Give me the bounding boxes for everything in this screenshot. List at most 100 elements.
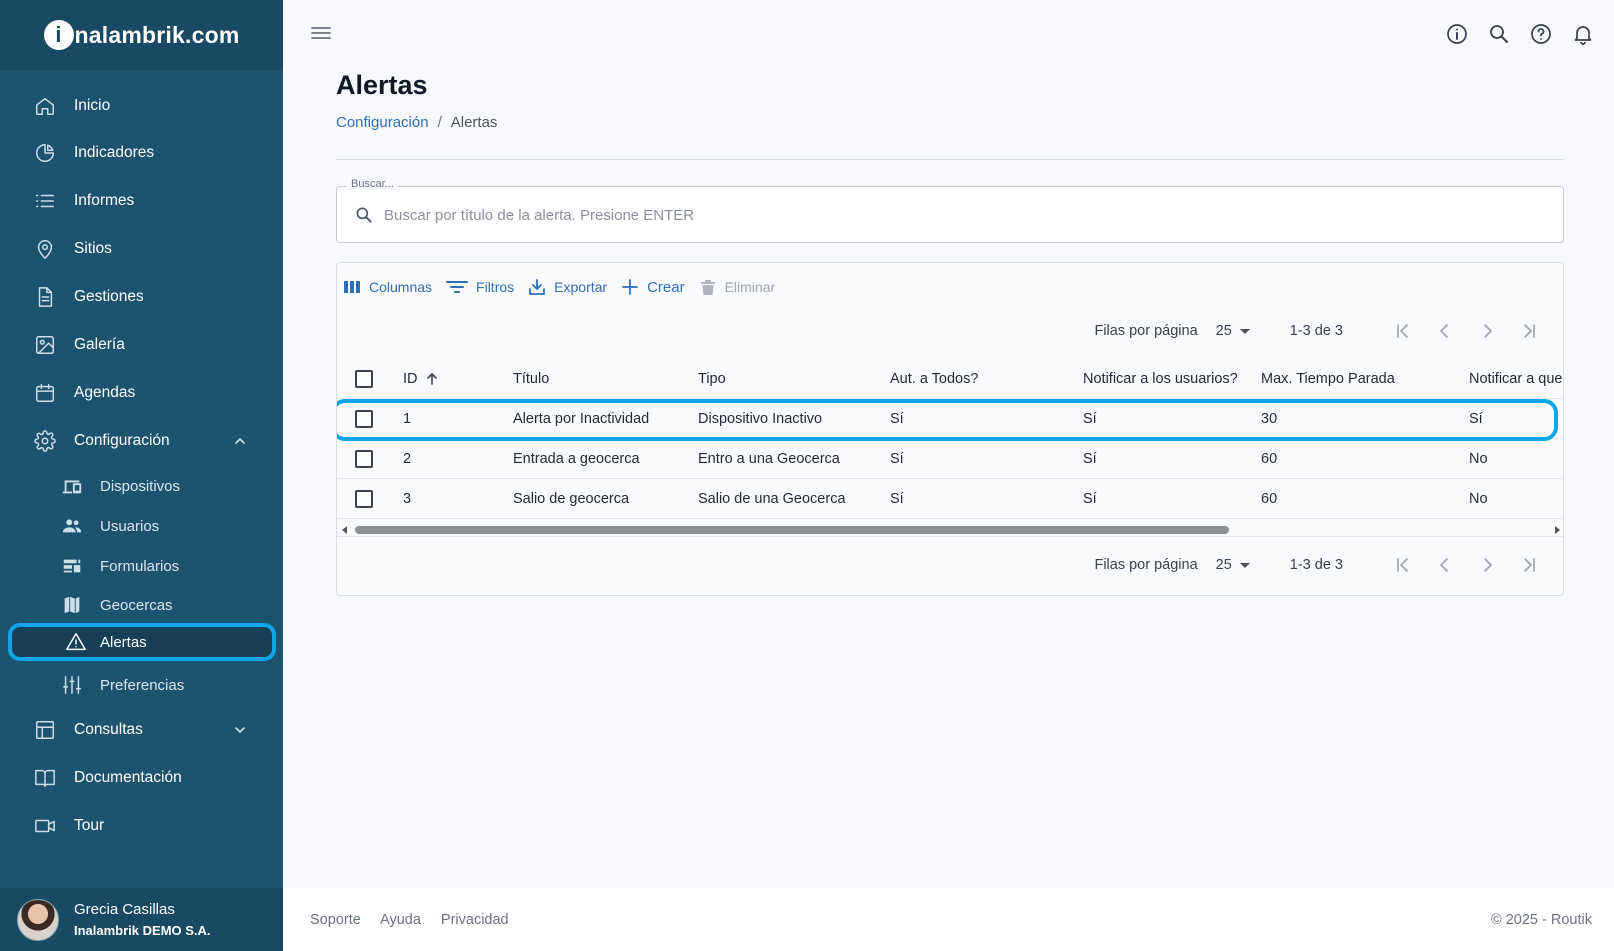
sidebar-item-tour[interactable]: Tour — [0, 806, 283, 846]
rows-per-page-label: Filas por página — [1094, 323, 1198, 339]
user-name: Grecia Casillas — [74, 901, 175, 918]
cell-id: 2 — [403, 451, 412, 467]
sidebar-item-label: Gestiones — [74, 288, 144, 305]
cell-notificar-usuarios: Sí — [1083, 411, 1097, 427]
sidebar-item-alertas[interactable]: Alertas — [8, 623, 276, 661]
row-checkbox[interactable] — [355, 410, 373, 428]
sidebar-item-label: Indicadores — [74, 144, 155, 161]
chevron-left-icon — [1440, 324, 1448, 338]
first-page-icon — [1397, 324, 1408, 338]
search-input[interactable] — [384, 203, 1534, 227]
chevron-down-icon — [235, 727, 245, 733]
sidebar-item-label: Galería — [74, 336, 125, 353]
next-page-button[interactable] — [1475, 319, 1499, 343]
search-icon[interactable] — [1487, 22, 1511, 46]
sidebar-item-consultas[interactable]: Consultas — [0, 710, 283, 750]
column-header-notificar-usuarios[interactable]: Notificar a los usuarios? — [1083, 359, 1238, 399]
delete-button[interactable]: Eliminar — [699, 278, 776, 296]
column-header-notificar-a-que[interactable]: Notificar a que — [1469, 359, 1563, 399]
footer-link-privacidad[interactable]: Privacidad — [441, 912, 509, 928]
table-row[interactable]: 1 Alerta por Inactividad Dispositivo Ina… — [337, 399, 1563, 439]
rows-per-page-select[interactable]: 25 — [1216, 557, 1250, 573]
table-row[interactable]: 2 Entrada a geocerca Entro a una Geocerc… — [337, 439, 1563, 479]
row-select-cell — [355, 439, 373, 479]
page-title: Alertas — [336, 70, 428, 100]
select-all-cell — [355, 359, 373, 399]
sidebar-item-label: Inicio — [74, 97, 111, 114]
horizontal-scrollbar[interactable] — [337, 523, 1563, 537]
cell-aut-todos: Sí — [890, 411, 904, 427]
sidebar-item-informes[interactable]: Informes — [0, 181, 283, 221]
search-icon — [356, 207, 372, 223]
hamburger-menu-icon[interactable] — [310, 24, 332, 42]
sidebar: i nalambrik.com Inicio Indicadores Inform… — [0, 0, 283, 951]
rows-per-page-value: 25 — [1215, 323, 1232, 339]
bell-icon[interactable] — [1571, 22, 1595, 46]
sidebar-item-configuracion[interactable]: Configuración — [0, 421, 283, 461]
sidebar-item-label: Formularios — [100, 557, 180, 575]
search-field[interactable]: Buscar... — [336, 178, 1564, 243]
cell-id: 1 — [403, 411, 412, 427]
map-icon — [60, 593, 84, 617]
gear-icon — [33, 429, 57, 453]
sidebar-item-preferencias[interactable]: Preferencias — [0, 665, 283, 705]
trash-icon — [700, 280, 715, 295]
sidebar-item-indicadores[interactable]: Indicadores — [0, 133, 283, 173]
info-icon[interactable] — [1445, 22, 1469, 46]
devices-icon — [60, 474, 84, 498]
previous-page-button[interactable] — [1433, 553, 1457, 577]
help-icon[interactable] — [1529, 22, 1553, 46]
scroll-right-arrow-icon[interactable] — [1555, 526, 1560, 534]
next-page-button[interactable] — [1475, 553, 1499, 577]
footer-link-ayuda[interactable]: Ayuda — [380, 912, 421, 928]
row-checkbox[interactable] — [355, 450, 373, 468]
cell-tipo: Entro a una Geocerca — [698, 451, 840, 467]
breadcrumb-link-configuracion[interactable]: Configuración — [336, 114, 429, 131]
column-header-titulo[interactable]: Título — [513, 359, 549, 399]
filters-button[interactable]: Filtros — [446, 278, 514, 296]
sidebar-item-dispositivos[interactable]: Dispositivos — [0, 466, 283, 506]
delete-label: Eliminar — [724, 279, 776, 295]
sidebar-item-sitios[interactable]: Sitios — [0, 229, 283, 269]
table-row[interactable]: 3 Salio de geocerca Salio de una Geocerc… — [337, 479, 1563, 519]
first-page-button[interactable] — [1391, 553, 1415, 577]
footer-link-soporte[interactable]: Soporte — [310, 912, 361, 928]
rows-per-page-select[interactable]: 25 — [1216, 323, 1250, 339]
sidebar-item-formularios[interactable]: Formularios — [0, 546, 283, 586]
scroll-left-arrow-icon[interactable] — [342, 526, 347, 534]
columns-button[interactable]: Columnas — [343, 278, 432, 296]
user-organization: Inalambrik DEMO S.A. — [74, 923, 211, 938]
sidebar-item-inicio[interactable]: Inicio — [0, 86, 283, 126]
sidebar-item-documentacion[interactable]: Documentación — [0, 758, 283, 798]
last-page-button[interactable] — [1517, 553, 1541, 577]
column-header-max-tiempo-parada[interactable]: Max. Tiempo Parada — [1261, 359, 1395, 399]
sidebar-item-geocercas[interactable]: Geocercas — [0, 585, 283, 625]
columns-label: Columnas — [369, 279, 433, 295]
column-header-id[interactable]: ID — [403, 359, 440, 399]
last-page-button[interactable] — [1517, 319, 1541, 343]
sidebar-item-usuarios[interactable]: Usuarios — [0, 506, 283, 546]
row-checkbox[interactable] — [355, 490, 373, 508]
first-page-button[interactable] — [1391, 319, 1415, 343]
column-header-aut-todos[interactable]: Aut. a Todos? — [890, 359, 978, 399]
sidebar-item-gestiones[interactable]: Gestiones — [0, 277, 283, 317]
sidebar-item-galeria[interactable]: Galería — [0, 325, 283, 365]
row-select-cell — [355, 399, 373, 439]
column-header-tipo[interactable]: Tipo — [698, 359, 726, 399]
export-label: Exportar — [554, 279, 608, 295]
sidebar-item-label: Usuarios — [100, 517, 160, 535]
export-button[interactable]: Exportar — [528, 278, 607, 296]
cell-max-tiempo-parada: 60 — [1261, 491, 1278, 507]
scrollbar-thumb[interactable] — [355, 526, 1229, 534]
sidebar-item-agendas[interactable]: Agendas — [0, 373, 283, 413]
caret-down-icon — [1239, 562, 1250, 568]
brand-logo[interactable]: i nalambrik.com — [43, 20, 240, 50]
user-profile[interactable]: Grecia Casillas Inalambrik DEMO S.A. — [0, 888, 283, 951]
create-button[interactable]: Crear — [621, 278, 685, 296]
select-all-checkbox[interactable] — [355, 370, 373, 388]
cell-notificar-a-que: No — [1469, 451, 1488, 467]
cell-aut-todos: Sí — [890, 451, 904, 467]
sidebar-item-label: Alertas — [100, 633, 147, 651]
breadcrumb-current: Alertas — [450, 114, 498, 131]
previous-page-button[interactable] — [1433, 319, 1457, 343]
